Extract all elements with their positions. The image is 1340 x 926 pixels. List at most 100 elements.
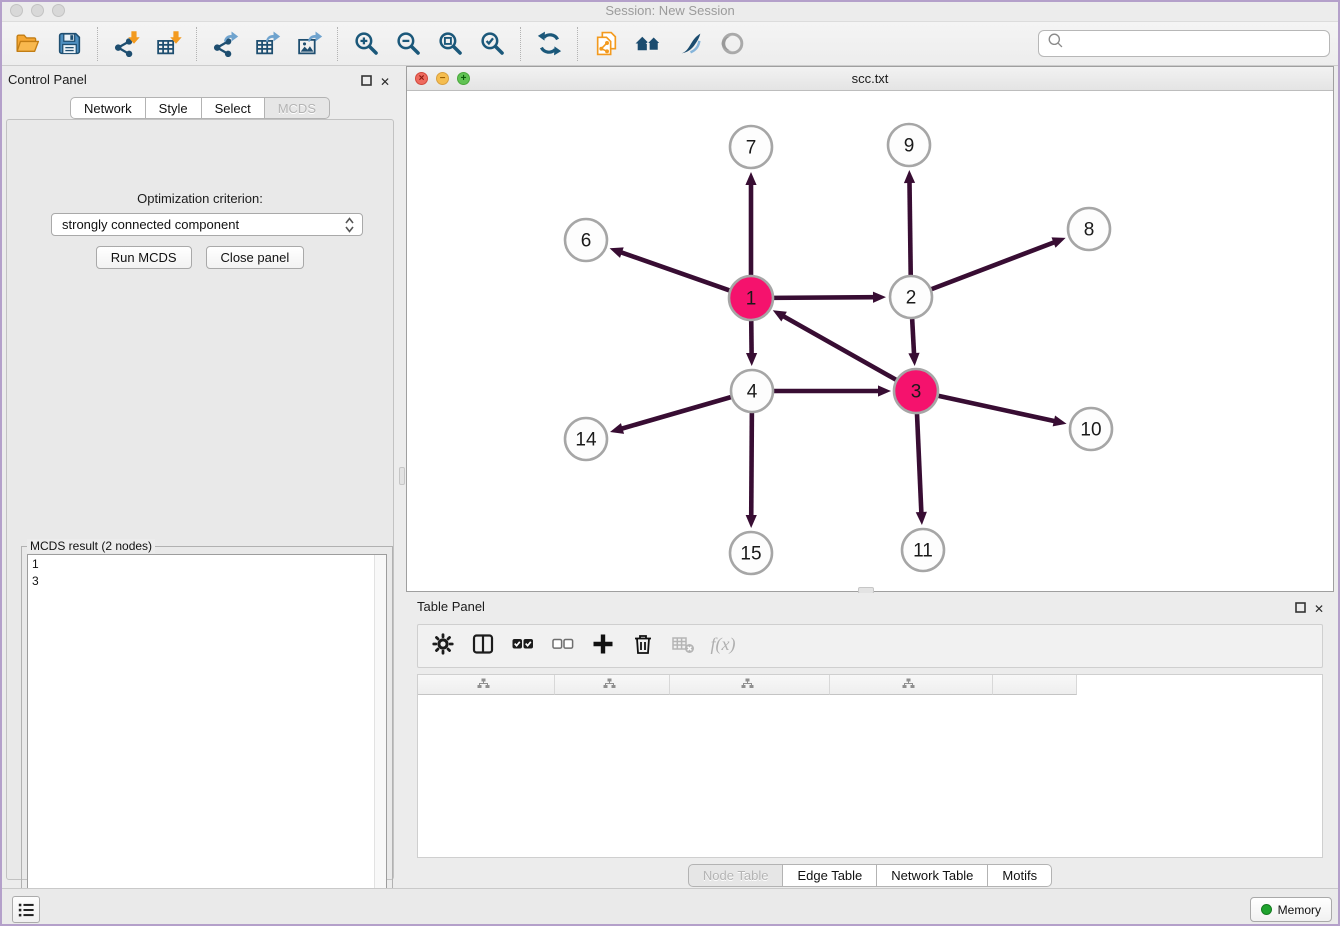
node-7[interactable]: 7 bbox=[730, 126, 772, 168]
node-3[interactable]: 3 bbox=[894, 369, 938, 413]
hierarchy-icon bbox=[902, 678, 915, 692]
close-table-panel-icon[interactable]: ✕ bbox=[1314, 603, 1324, 615]
node-1[interactable]: 1 bbox=[729, 276, 773, 320]
column-header-MCDS-role[interactable] bbox=[555, 675, 670, 695]
hierarchy-icon bbox=[741, 678, 754, 692]
float-panel-icon[interactable] bbox=[361, 73, 372, 91]
memory-button[interactable]: Memory bbox=[1250, 897, 1332, 922]
node-14[interactable]: 14 bbox=[565, 418, 607, 460]
zoom-fit-button[interactable] bbox=[429, 25, 471, 63]
node-8[interactable]: 8 bbox=[1068, 208, 1110, 250]
dropdown-stepper-icon bbox=[345, 217, 354, 239]
split-columns-icon bbox=[470, 631, 496, 662]
edge-1-4[interactable] bbox=[746, 320, 757, 366]
tab-motifs[interactable]: Motifs bbox=[987, 864, 1052, 887]
save-session-button[interactable] bbox=[48, 25, 90, 63]
column-header-predecessor-nodes[interactable] bbox=[830, 675, 993, 695]
node-6[interactable]: 6 bbox=[565, 219, 607, 261]
edge-3-10[interactable] bbox=[937, 396, 1066, 427]
edge-1-7[interactable] bbox=[745, 172, 756, 276]
clone-network-icon bbox=[593, 30, 620, 57]
refresh-network-button[interactable] bbox=[528, 25, 570, 63]
vertical-splitter-handle[interactable] bbox=[399, 467, 405, 485]
task-history-button[interactable] bbox=[12, 896, 40, 923]
table-row[interactable] bbox=[418, 695, 1322, 711]
edge-2-3[interactable] bbox=[908, 319, 919, 366]
export-network-icon bbox=[212, 30, 239, 57]
close-panel-button[interactable]: Close panel bbox=[206, 246, 305, 269]
edge-3-1[interactable] bbox=[773, 310, 897, 380]
edge-2-9[interactable] bbox=[904, 170, 915, 275]
delete-column-icon bbox=[630, 631, 656, 662]
split-columns-button[interactable] bbox=[464, 628, 501, 664]
zoom-selected-button[interactable] bbox=[471, 25, 513, 63]
mcds-result-text[interactable]: 13 bbox=[27, 554, 387, 918]
edge-4-14[interactable] bbox=[610, 397, 731, 434]
export-image-icon bbox=[296, 30, 323, 57]
delete-column-button[interactable] bbox=[624, 628, 661, 664]
node-label: 3 bbox=[911, 382, 922, 403]
close-panel-icon[interactable]: ✕ bbox=[380, 76, 390, 88]
edge-1-2[interactable] bbox=[773, 292, 886, 303]
select-all-columns-button[interactable] bbox=[504, 628, 541, 664]
tab-style[interactable]: Style bbox=[145, 97, 202, 119]
add-column-button[interactable] bbox=[584, 628, 621, 664]
result-scrollbar[interactable] bbox=[374, 555, 386, 917]
network-window-titlebar[interactable]: × − + scc.txt bbox=[407, 67, 1333, 91]
node-11[interactable]: 11 bbox=[902, 529, 944, 571]
node-9[interactable]: 9 bbox=[888, 124, 930, 166]
column-header-shared-name[interactable] bbox=[418, 675, 555, 695]
search-input[interactable] bbox=[1067, 33, 1329, 54]
mcds-result-title: MCDS result (2 nodes) bbox=[27, 539, 155, 553]
zoom-out-button[interactable] bbox=[387, 25, 429, 63]
tab-select[interactable]: Select bbox=[201, 97, 265, 119]
export-network-button[interactable] bbox=[204, 25, 246, 63]
table-cell bbox=[555, 695, 670, 711]
toolbar-separator bbox=[337, 27, 338, 61]
memory-label: Memory bbox=[1278, 903, 1321, 917]
search-box[interactable] bbox=[1038, 30, 1330, 57]
network-view-title: scc.txt bbox=[407, 71, 1333, 86]
tab-node-table[interactable]: Node Table bbox=[688, 864, 784, 887]
column-header-successor-nodes[interactable] bbox=[670, 675, 830, 695]
export-image-button[interactable] bbox=[288, 25, 330, 63]
edge-1-6[interactable] bbox=[610, 247, 731, 290]
edge-3-11[interactable] bbox=[916, 413, 927, 525]
float-table-panel-icon[interactable] bbox=[1295, 600, 1306, 618]
graphics-details-button[interactable] bbox=[669, 25, 711, 63]
column-settings-button[interactable] bbox=[424, 628, 461, 664]
column-header-name[interactable] bbox=[993, 675, 1077, 695]
open-session-button[interactable] bbox=[6, 25, 48, 63]
tab-network-table[interactable]: Network Table bbox=[876, 864, 988, 887]
edge-2-8[interactable] bbox=[932, 237, 1066, 289]
export-table-button[interactable] bbox=[246, 25, 288, 63]
table-row[interactable] bbox=[418, 711, 1322, 727]
clone-network-button[interactable] bbox=[585, 25, 627, 63]
node-10[interactable]: 10 bbox=[1070, 408, 1112, 450]
zoom-in-button[interactable] bbox=[345, 25, 387, 63]
deselect-all-columns-button[interactable] bbox=[544, 628, 581, 664]
node-2[interactable]: 2 bbox=[890, 276, 932, 318]
edge-4-15[interactable] bbox=[746, 413, 757, 528]
tab-edge-table[interactable]: Edge Table bbox=[782, 864, 877, 887]
control-panel-tabs: Network Style Select MCDS bbox=[0, 97, 400, 119]
tab-network[interactable]: Network bbox=[70, 97, 146, 119]
node-4[interactable]: 4 bbox=[731, 370, 773, 412]
tab-mcds[interactable]: MCDS bbox=[264, 97, 330, 119]
home-views-button[interactable] bbox=[627, 25, 669, 63]
open-session-icon bbox=[14, 30, 41, 57]
table-cell bbox=[418, 695, 555, 711]
network-canvas[interactable]: 1 2 3 4 6 7 8 9 10 11 14 15 bbox=[407, 91, 1333, 591]
search-icon bbox=[1045, 30, 1067, 57]
import-network-button[interactable] bbox=[105, 25, 147, 63]
refresh-network-icon bbox=[536, 30, 563, 57]
node-15[interactable]: 15 bbox=[730, 532, 772, 574]
node-table bbox=[417, 674, 1323, 858]
run-mcds-button[interactable]: Run MCDS bbox=[96, 246, 192, 269]
deselect-all-columns-icon bbox=[550, 631, 576, 662]
edge-4-3[interactable] bbox=[774, 385, 891, 396]
node-label: 4 bbox=[747, 382, 758, 403]
select-all-columns-icon bbox=[510, 631, 536, 662]
import-table-button[interactable] bbox=[147, 25, 189, 63]
criterion-dropdown[interactable]: strongly connected component bbox=[51, 213, 363, 236]
